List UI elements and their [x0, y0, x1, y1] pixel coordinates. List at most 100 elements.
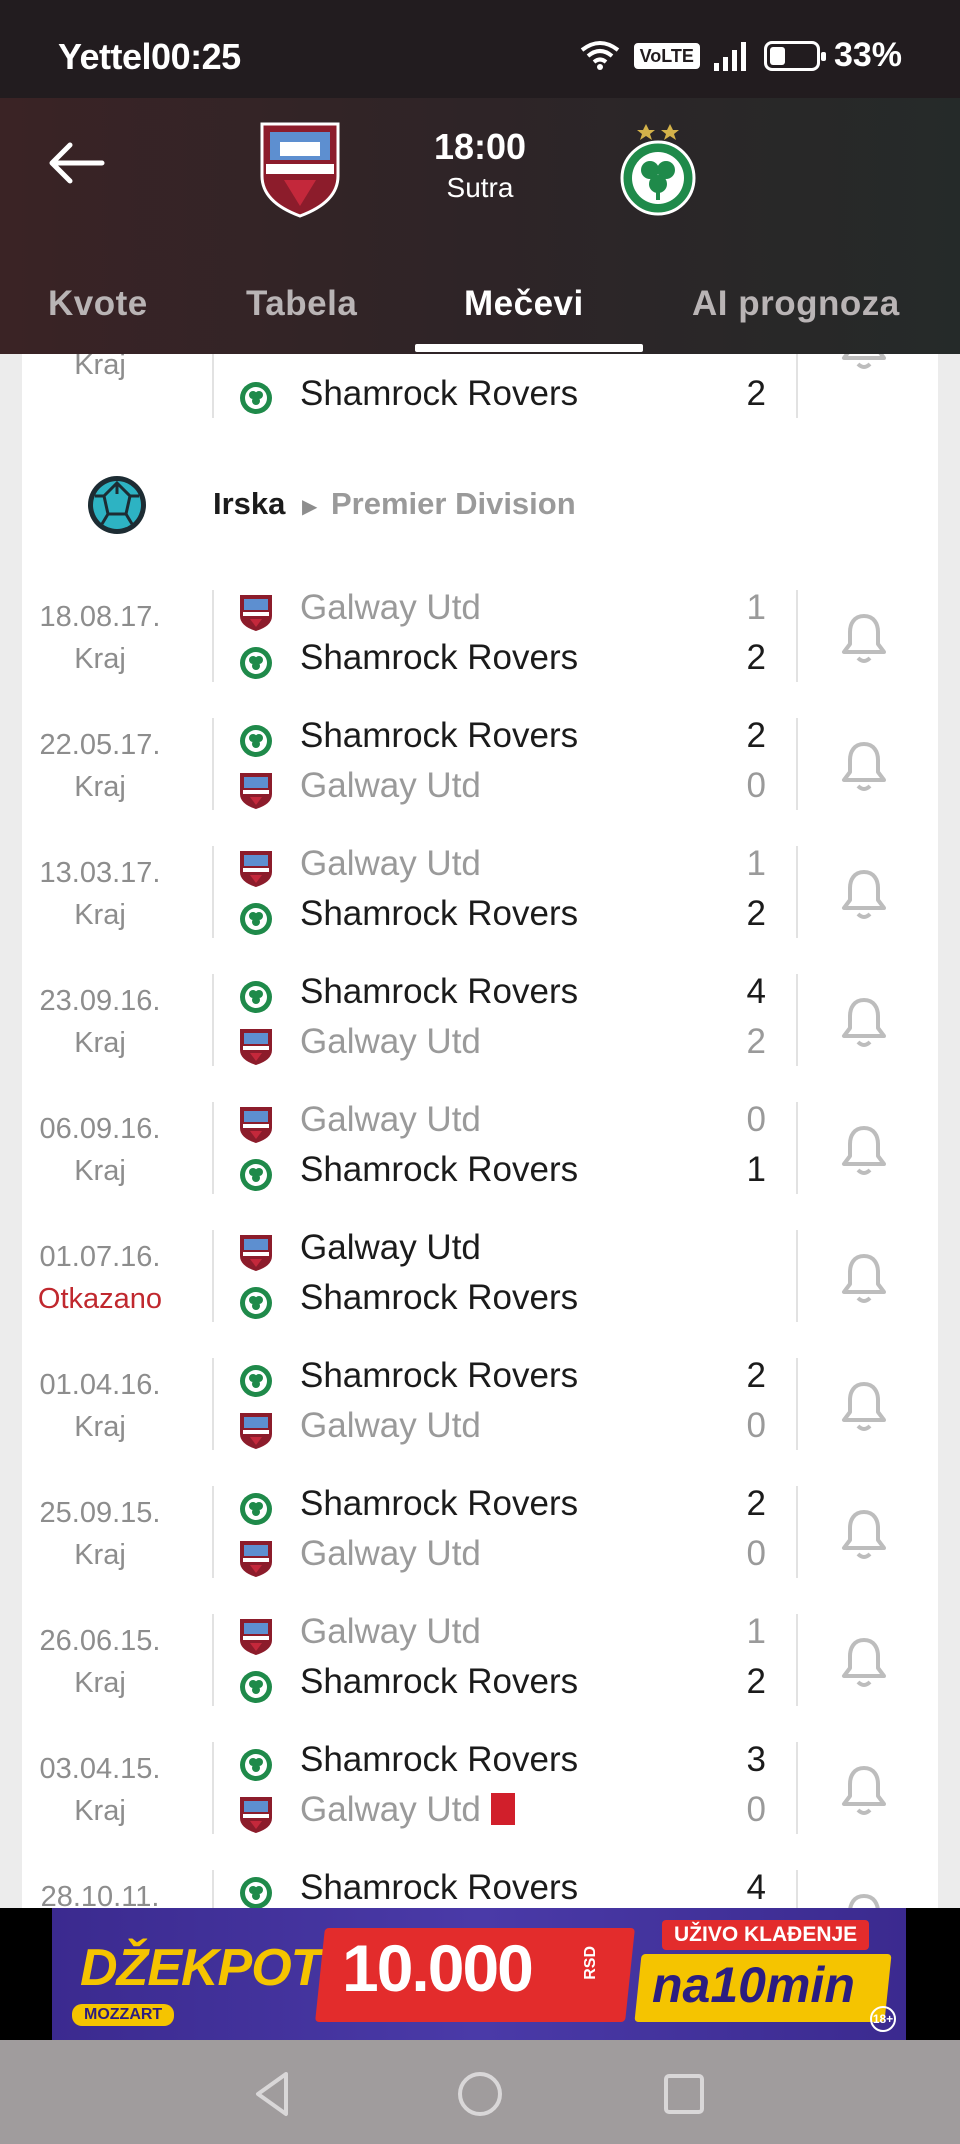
team-name-text: Shamrock Rovers [300, 638, 579, 677]
shamrock-rovers-crest [240, 647, 272, 679]
team-score: 2 [746, 716, 766, 755]
nav-back-icon[interactable] [246, 2066, 302, 2122]
team-line-2: Shamrock Rovers 2 [236, 892, 796, 940]
bell-icon[interactable] [838, 1506, 890, 1562]
bell-icon[interactable] [838, 994, 890, 1050]
team-name: Shamrock Rovers [300, 1868, 578, 1908]
divider [796, 1230, 798, 1322]
nav-recents-icon[interactable] [656, 2066, 712, 2122]
match-date-text: 18.08.17. [39, 601, 161, 633]
system-nav-bar [0, 2040, 960, 2144]
match-date: 03.04.15. Kraj [30, 1748, 170, 1832]
match-date-text: 06.09.16. [39, 1113, 161, 1145]
match-row[interactable]: 25.09.15. Kraj Shamrock Rovers 2 Galway Utd 0 [22, 1482, 938, 1610]
match-row-partial[interactable]: Kraj Shamrock Rovers 2 [22, 354, 938, 450]
match-date-text: 28.10.11. [40, 1881, 160, 1908]
team-name: Galway Utd [300, 1790, 515, 1830]
team-name: Shamrock Rovers [300, 1278, 578, 1318]
tab-tabela[interactable]: Tabela [246, 284, 357, 324]
bell-icon[interactable] [838, 1378, 890, 1434]
bell-icon[interactable] [838, 1250, 890, 1306]
match-state: Kraj [74, 1027, 126, 1059]
bell-icon[interactable] [838, 1634, 890, 1690]
bell-icon[interactable] [838, 610, 890, 666]
active-tab-indicator [415, 344, 643, 352]
galway-united-crest[interactable] [254, 118, 346, 218]
galway-united-crest [240, 1797, 272, 1833]
team-name-text: Galway Utd [300, 1022, 481, 1061]
matches-content[interactable]: Kraj Shamrock Rovers 2 Irska ▶ Premier D… [0, 354, 960, 1908]
team-name: Shamrock Rovers [300, 1662, 578, 1702]
match-row[interactable]: 23.09.16. Kraj Shamrock Rovers 4 Galway Utd 2 [22, 970, 938, 1098]
divider [796, 846, 798, 938]
match-date-text: 23.09.16. [39, 985, 161, 1017]
ad-age-badge: 18+ [870, 2006, 896, 2032]
match-row[interactable]: 28.10.11. Shamrock Rovers 4 [22, 1866, 938, 1908]
team-name-text: Galway Utd [300, 1228, 481, 1267]
shamrock-rovers-crest[interactable] [612, 118, 704, 218]
match-row[interactable]: 26.06.15. Kraj Galway Utd 1 Shamrock Rovers 2 [22, 1610, 938, 1738]
divider [796, 974, 798, 1066]
match-row[interactable]: 13.03.17. Kraj Galway Utd 1 Shamrock Rovers 2 [22, 842, 938, 970]
tab-bar: Kvote Tabela Mečevi AI prognoza [0, 258, 960, 354]
nav-home-icon[interactable] [452, 2066, 508, 2122]
team-line-2: Galway Utd 0 [236, 1788, 796, 1836]
bell-icon[interactable] [838, 354, 890, 372]
match-date: 26.06.15. Kraj [30, 1620, 170, 1704]
team-score: 0 [746, 1790, 766, 1829]
divider [212, 354, 214, 418]
team-line-1: Galway Utd 1 [236, 842, 796, 890]
tab-ai-prognoza[interactable]: AI prognoza [692, 284, 900, 324]
match-row[interactable]: 01.07.16. Otkazano Galway Utd Shamrock Rove… [22, 1226, 938, 1354]
team-name: Shamrock Rovers [300, 894, 578, 934]
divider [212, 1486, 214, 1578]
team-name: Galway Utd [300, 1228, 481, 1268]
battery-fill [769, 46, 785, 65]
battery-icon [763, 40, 826, 71]
ad-headline: DŽEKPOT [80, 1939, 322, 1997]
divider [796, 1358, 798, 1450]
match-date-text: 26.06.15. [39, 1625, 161, 1657]
team-name: Galway Utd [300, 766, 481, 806]
bell-icon[interactable] [838, 1122, 890, 1178]
match-date: 22.05.17. Kraj [30, 724, 170, 808]
match-row[interactable]: 03.04.15. Kraj Shamrock Rovers 3 Galway Utd 0 [22, 1738, 938, 1866]
team-score: 4 [746, 972, 766, 1011]
bell-icon[interactable] [838, 1890, 890, 1908]
team-name: Shamrock Rovers [300, 638, 578, 678]
tab-kvote[interactable]: Kvote [48, 284, 148, 324]
shamrock-rovers-crest [240, 1749, 272, 1781]
arrow-left-icon [49, 142, 105, 184]
jackpot-ad-banner[interactable]: DŽEKPOT 10.000 RSD na10min UŽIVO KLAĐENJ… [52, 1908, 906, 2040]
league-competition: Premier Division [331, 486, 576, 521]
team-line-1: Shamrock Rovers 2 [236, 1354, 796, 1402]
league-header[interactable]: Irska ▶ Premier Division [22, 474, 938, 584]
team-name: Galway Utd [300, 1612, 481, 1652]
divider [212, 846, 214, 938]
bell-icon[interactable] [838, 738, 890, 794]
match-row[interactable]: 22.05.17. Kraj Shamrock Rovers 2 Galway Utd 0 [22, 714, 938, 842]
match-state: Otkazano [37, 1283, 163, 1315]
team-line: Shamrock Rovers 2 [236, 372, 796, 420]
divider [212, 590, 214, 682]
back-button[interactable] [36, 128, 116, 198]
status-right: VoLTE 33% [580, 36, 902, 75]
signal-icon [713, 41, 746, 71]
team-name-text: Galway Utd [300, 1100, 481, 1139]
status-left: Yettel00:25 [58, 36, 241, 78]
team-name: Shamrock Rovers [300, 1356, 578, 1396]
match-row[interactable]: 18.08.17. Kraj Galway Utd 1 Shamrock Rovers 2 [22, 586, 938, 714]
galway-united-crest [240, 1029, 272, 1065]
galway-united-crest [240, 773, 272, 809]
team-name-text: Shamrock Rovers [300, 1662, 579, 1701]
tab-mecevi[interactable]: Mečevi [464, 284, 584, 324]
team-name-text: Shamrock Rovers [300, 1740, 579, 1779]
bell-icon[interactable] [838, 866, 890, 922]
bell-icon[interactable] [838, 1762, 890, 1818]
match-date: 06.09.16. Kraj [30, 1108, 170, 1192]
team-line-1: Galway Utd 1 [236, 1610, 796, 1658]
team-name-text: Galway Utd [300, 844, 481, 883]
league-country: Irska [213, 486, 286, 521]
match-row[interactable]: 06.09.16. Kraj Galway Utd 0 Shamrock Rovers 1 [22, 1098, 938, 1226]
match-row[interactable]: 01.04.16. Kraj Shamrock Rovers 2 Galway Utd 0 [22, 1354, 938, 1482]
